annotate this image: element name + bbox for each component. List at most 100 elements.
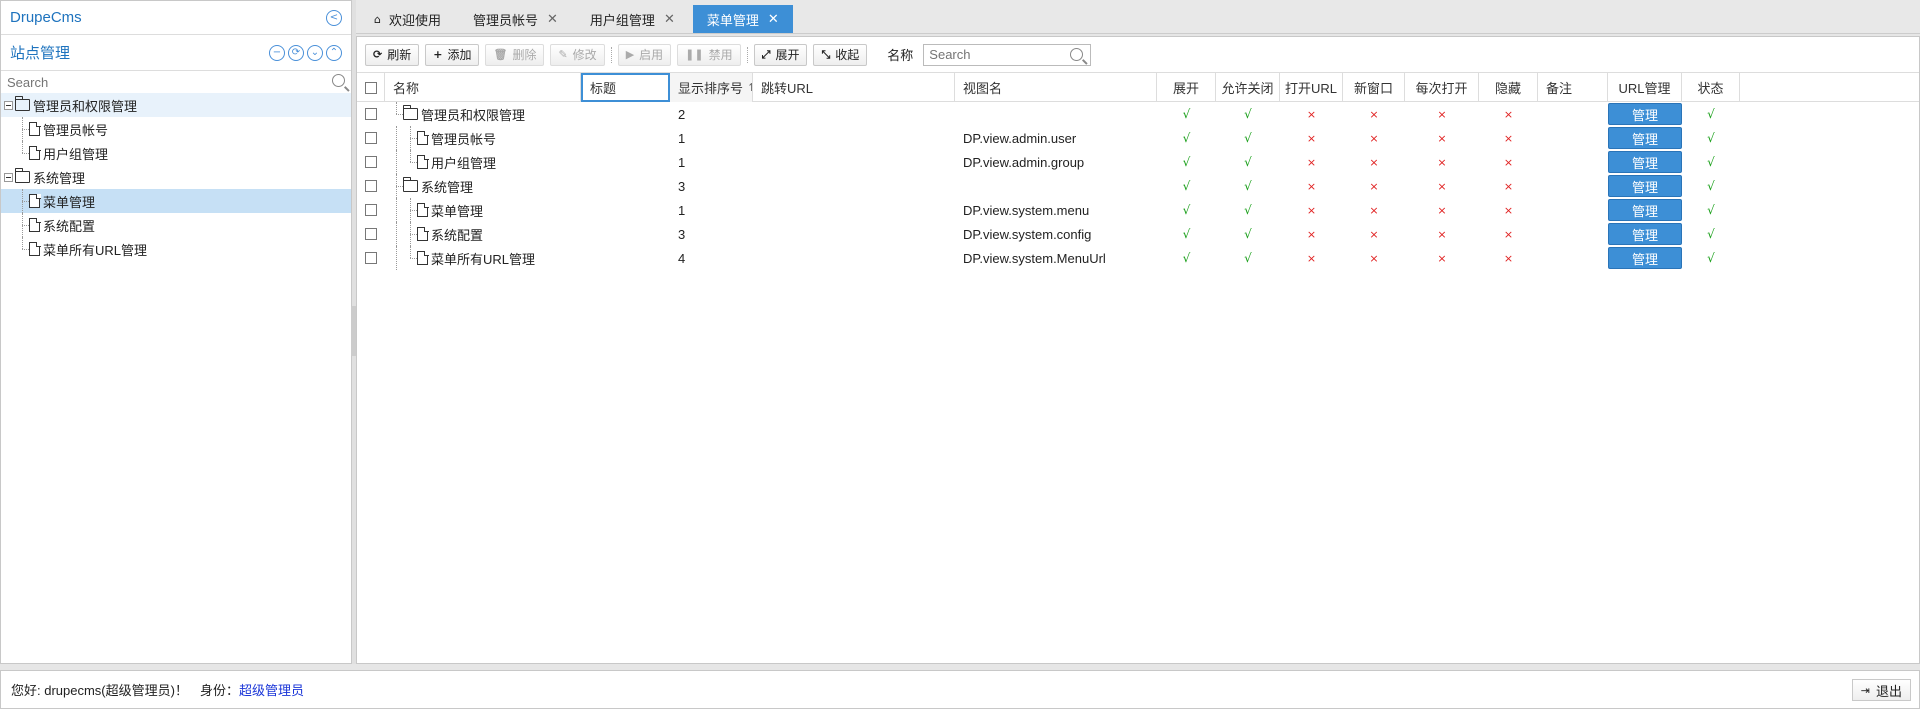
check-icon: √ [1244,155,1252,169]
column-header[interactable]: 打开URL [1280,73,1343,102]
search-icon[interactable] [332,74,345,87]
column-header[interactable]: 新窗口 [1343,73,1405,102]
tree-toggle-icon[interactable] [1,165,15,189]
cross-icon: × [1437,203,1447,217]
row-checkbox[interactable] [365,228,377,240]
tree-node[interactable]: 用户组管理 [1,141,351,165]
table-row[interactable]: 管理员帐号 1 DP.view.admin.user √ √ × × × × 管理 √ [357,126,1919,150]
manage-button[interactable]: 管理 [1608,103,1682,125]
row-new-window: × [1343,150,1405,174]
column-header[interactable]: URL管理 [1608,73,1682,102]
toolbar-button-3[interactable]: ✎ 修改 [550,43,605,66]
row-view: DP.view.admin.group [963,154,1085,170]
column-header-label: 允许关闭 [1221,81,1274,96]
row-new-window: × [1343,246,1405,270]
toolbar-button-5[interactable]: ❚❚ 禁用 [677,43,741,66]
minus-circle-icon[interactable]: − [269,44,285,61]
tree-node[interactable]: 管理员和权限管理 [1,93,351,117]
close-icon[interactable]: ✕ [768,12,779,27]
toolbar-button-2[interactable]: 🗑 删除 [485,43,545,66]
collapse-all-icon[interactable]: ⌃ [326,44,342,61]
file-icon [417,202,429,217]
row-allow-close: √ [1216,102,1280,126]
greeting-text: 您好: drupecms(超级管理员)！ [11,683,188,698]
tab-0[interactable]: ⌂ 欢迎使用 [360,5,455,33]
home-icon: ⌂ [374,12,381,26]
column-header[interactable]: 名称 [385,73,581,102]
column-header[interactable]: 展开 [1157,73,1216,102]
logout-label: 退出 [1875,683,1902,699]
column-header[interactable]: 允许关闭 [1216,73,1280,102]
row-url [753,126,955,150]
file-icon [417,154,429,169]
collapse-left-icon[interactable]: < [326,9,342,26]
row-allow-close: √ [1216,198,1280,222]
refresh-icon[interactable]: ⟳ [288,44,304,61]
row-checkbox[interactable] [365,180,377,192]
manage-button[interactable]: 管理 [1608,151,1682,173]
row-checkbox[interactable] [365,156,377,168]
tree-node[interactable]: 系统管理 [1,165,351,189]
column-header-label: 新窗口 [1353,81,1393,96]
column-header[interactable]: 状态 [1682,73,1740,102]
manage-button[interactable]: 管理 [1608,127,1682,149]
row-checkbox[interactable] [365,132,377,144]
toolbar-button-0[interactable]: ⟳ 刷新 [365,43,420,66]
row-title [581,150,670,174]
column-header[interactable]: 备注 [1538,73,1608,102]
column-header[interactable]: 每次打开 [1405,73,1479,102]
close-icon[interactable]: ✕ [547,12,558,27]
pencil-icon: ✎ [558,48,568,61]
grid-search-input[interactable] [924,44,1091,65]
toolbar-button-label: 添加 [447,48,472,62]
logout-button[interactable]: ⇥ 退出 [1851,679,1911,701]
select-all-checkbox[interactable] [364,81,377,94]
column-header[interactable]: 视图名 [955,73,1157,102]
table-row[interactable]: 菜单所有URL管理 4 DP.view.system.MenuUrl √ √ × × × × 管理… [357,246,1919,270]
cross-icon: × [1369,155,1379,169]
row-each-open: × [1405,174,1479,198]
column-header[interactable]: 跳转URL [753,73,955,102]
toolbar-button-1[interactable]: + 添加 [425,43,480,66]
row-url [753,222,955,246]
manage-button[interactable]: 管理 [1608,175,1682,197]
row-open-url: × [1280,222,1343,246]
tab-2[interactable]: 用户组管理 ✕ [576,5,689,33]
manage-button[interactable]: 管理 [1608,199,1682,221]
table-row[interactable]: 系统管理 3 √ √ × × × × 管理 √ [357,174,1919,198]
toolbar-button-6[interactable]: ⤢ 展开 [753,43,808,66]
manage-button[interactable]: 管理 [1608,247,1682,269]
tree-toggle-icon[interactable] [1,93,15,117]
check-icon: √ [1182,155,1191,169]
manage-button[interactable]: 管理 [1608,223,1682,245]
table-row[interactable]: 用户组管理 1 DP.view.admin.group √ √ × × × × 管理 √ [357,150,1919,174]
tree-node[interactable]: 系统配置 [1,213,351,237]
row-name: 管理员帐号 [431,131,497,147]
column-header[interactable]: 显示排序号↑ [670,73,753,102]
close-icon[interactable]: ✕ [664,12,675,27]
row-url [753,174,955,198]
toolbar-button-7[interactable]: ⤡ 收起 [813,43,868,66]
row-url-manage: 管理 [1608,150,1682,174]
row-allow-close: √ [1216,174,1280,198]
row-checkbox[interactable] [365,108,377,120]
tree-node[interactable]: 菜单所有URL管理 [1,237,351,261]
tab-3[interactable]: 菜单管理 ✕ [692,5,793,33]
tree-node[interactable]: 管理员帐号 [1,117,351,141]
table-row[interactable]: 菜单管理 1 DP.view.system.menu √ √ × × × × 管理 √ [357,198,1919,222]
tab-1[interactable]: 管理员帐号 ✕ [459,5,572,33]
trash-icon: 🗑 [493,48,508,61]
toolbar-button-4[interactable]: ▶ 启用 [617,43,672,66]
row-checkbox[interactable] [365,204,377,216]
tree-node[interactable]: 菜单管理 [1,189,351,213]
table-row[interactable]: 管理员和权限管理 2 √ √ × × × × 管理 √ [357,102,1919,126]
tree-search-input[interactable] [1,71,351,93]
row-expand: √ [1157,222,1216,246]
row-checkbox[interactable] [365,252,377,264]
tree-guide [389,150,403,174]
expand-all-icon[interactable]: ⌄ [307,44,323,61]
column-header[interactable]: 隐藏 [1479,73,1538,102]
column-header[interactable]: 标题 [581,73,670,102]
table-row[interactable]: 系统配置 3 DP.view.system.config √ √ × × × × 管理 √ [357,222,1919,246]
search-icon[interactable] [1070,47,1084,61]
